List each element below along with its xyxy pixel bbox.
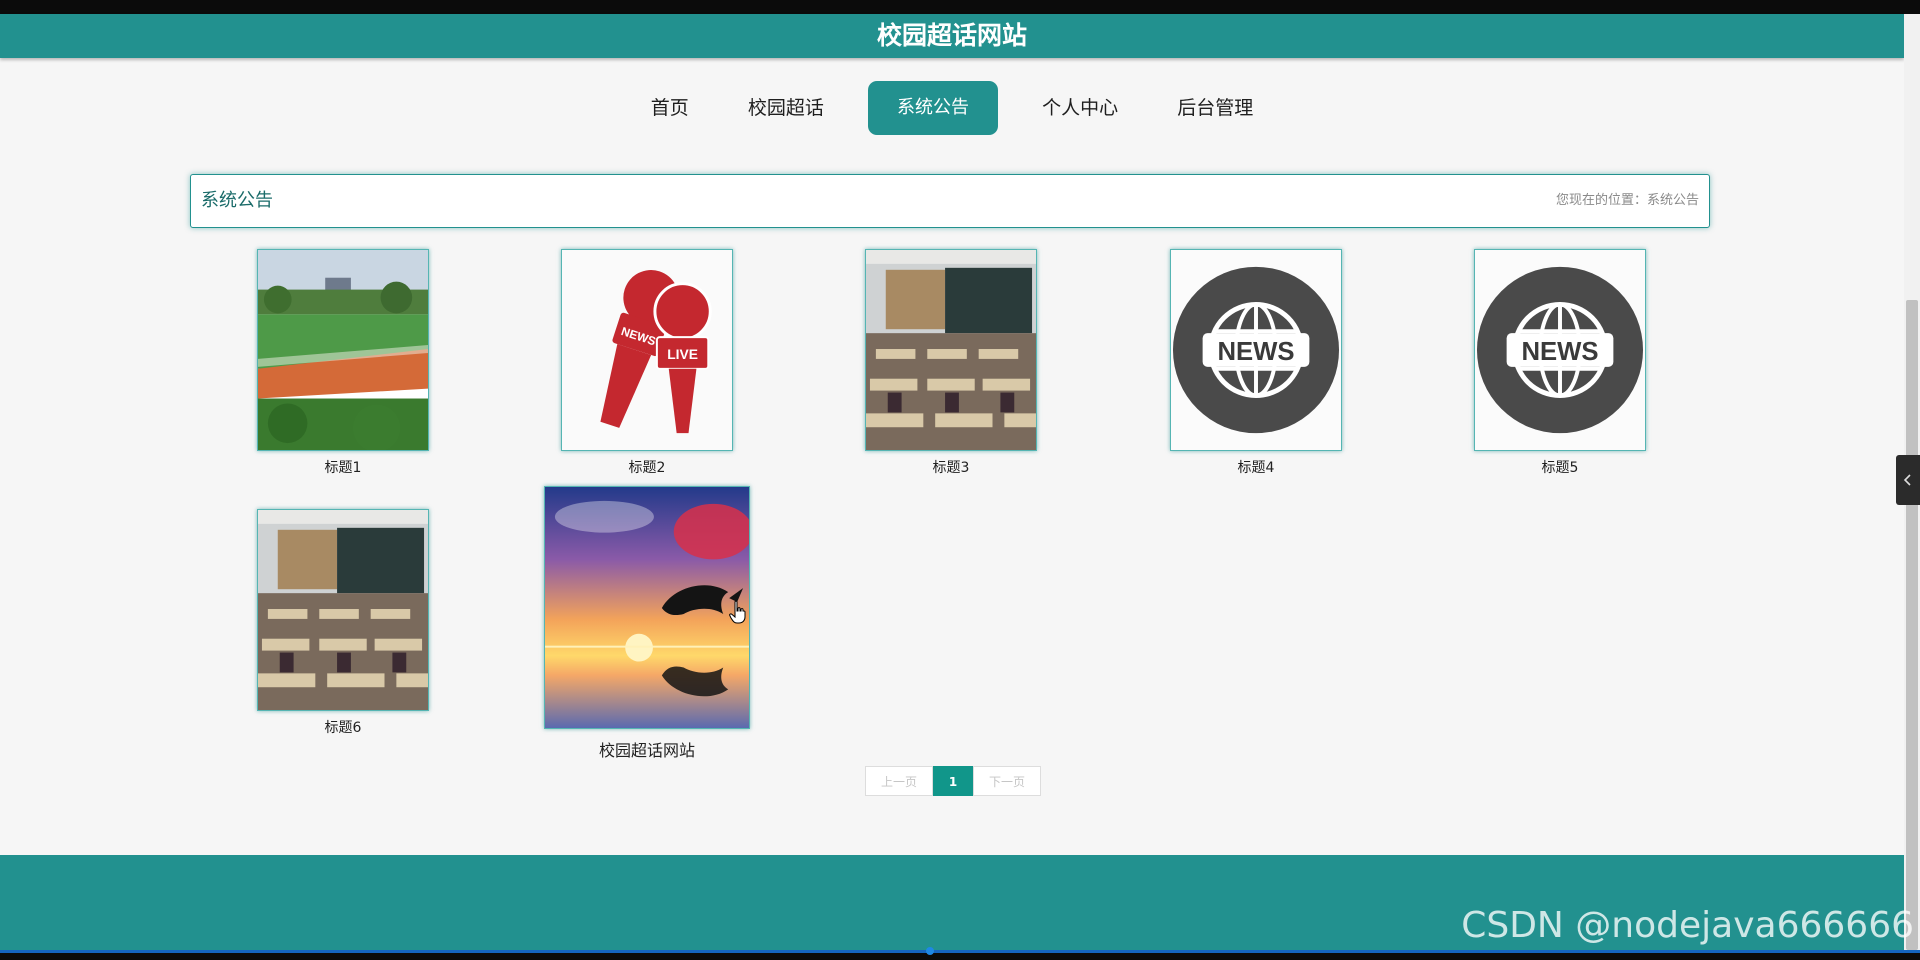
nav-item-admin[interactable]: 后台管理 bbox=[1162, 81, 1268, 135]
svg-text:LIVE: LIVE bbox=[667, 346, 698, 362]
csdn-watermark: CSDN @nodejava666666 bbox=[1461, 905, 1914, 946]
announcement-card[interactable]: 标题3 bbox=[865, 249, 1037, 479]
campus-track-photo bbox=[258, 250, 428, 450]
announcement-thumbnail[interactable]: NEWS LIVE bbox=[561, 249, 733, 451]
dolphin-sunset-photo bbox=[545, 487, 749, 728]
page-number-current[interactable]: 1 bbox=[933, 766, 973, 796]
announcement-title[interactable]: 标题1 bbox=[257, 457, 429, 477]
svg-text:NEWS: NEWS bbox=[1217, 338, 1294, 366]
section-title: 系统公告 bbox=[201, 190, 273, 211]
news-globe-icon: NEWS bbox=[1171, 250, 1341, 450]
announcement-title[interactable]: 标题4 bbox=[1170, 457, 1342, 477]
taskbar-strip bbox=[0, 947, 1920, 960]
progress-dot-icon bbox=[926, 947, 934, 955]
nav-item-home[interactable]: 首页 bbox=[636, 81, 704, 135]
announcement-title[interactable]: 标题2 bbox=[561, 457, 733, 477]
scrollbar-thumb[interactable] bbox=[1906, 300, 1918, 950]
announcement-card[interactable]: 标题1 bbox=[257, 249, 429, 479]
site-header: 校园超话网站 bbox=[0, 14, 1904, 58]
classroom-photo bbox=[866, 250, 1036, 450]
announcement-card[interactable]: NEWS LIVE 标题2 bbox=[561, 249, 733, 479]
progress-line bbox=[0, 950, 1920, 953]
nav-item-announcements[interactable]: 系统公告 bbox=[868, 81, 998, 135]
side-panel-toggle[interactable] bbox=[1896, 455, 1920, 505]
announcement-card[interactable]: NEWS 标题5 bbox=[1474, 249, 1646, 479]
announcement-card[interactable]: 标题6 bbox=[257, 509, 429, 739]
chevron-left-icon bbox=[1903, 470, 1911, 490]
classroom-photo bbox=[258, 510, 428, 710]
svg-text:NEWS: NEWS bbox=[1521, 338, 1598, 366]
announcement-thumbnail[interactable] bbox=[257, 509, 429, 711]
news-globe-icon: NEWS bbox=[1475, 250, 1645, 450]
announcement-title[interactable]: 校园超话网站 bbox=[544, 737, 750, 761]
nav-item-personal-center[interactable]: 个人中心 bbox=[1027, 81, 1133, 135]
announcement-thumbnail[interactable] bbox=[257, 249, 429, 451]
announcement-title[interactable]: 标题5 bbox=[1474, 457, 1646, 477]
hand-pointer-icon bbox=[729, 600, 747, 624]
announcement-thumbnail[interactable]: NEWS bbox=[1170, 249, 1342, 451]
prev-page-button[interactable]: 上一页 bbox=[865, 766, 933, 796]
news-live-microphones: NEWS LIVE bbox=[562, 250, 732, 450]
site-title: 校园超话网站 bbox=[876, 21, 1027, 50]
announcement-thumbnail[interactable]: NEWS bbox=[1474, 249, 1646, 451]
announcement-title[interactable]: 标题3 bbox=[865, 457, 1037, 477]
nav-item-campus-topics[interactable]: 校园超话 bbox=[733, 81, 839, 135]
breadcrumb: 您现在的位置：系统公告 bbox=[1555, 193, 1699, 208]
announcement-thumbnail[interactable] bbox=[865, 249, 1037, 451]
announcement-thumbnail[interactable] bbox=[544, 486, 750, 729]
main-nav: 首页 校园超话 系统公告 个人中心 后台管理 bbox=[0, 81, 1904, 135]
announcement-title[interactable]: 标题6 bbox=[257, 717, 429, 737]
pagination: 上一页 1 下一页 bbox=[865, 766, 1041, 796]
next-page-button[interactable]: 下一页 bbox=[973, 766, 1041, 796]
announcement-card[interactable]: NEWS 标题4 bbox=[1170, 249, 1342, 479]
announcement-card[interactable]: 校园超话网站 bbox=[544, 486, 750, 761]
breadcrumb-bar: 系统公告 您现在的位置：系统公告 bbox=[190, 174, 1710, 228]
browser-top-bar bbox=[0, 0, 1920, 14]
